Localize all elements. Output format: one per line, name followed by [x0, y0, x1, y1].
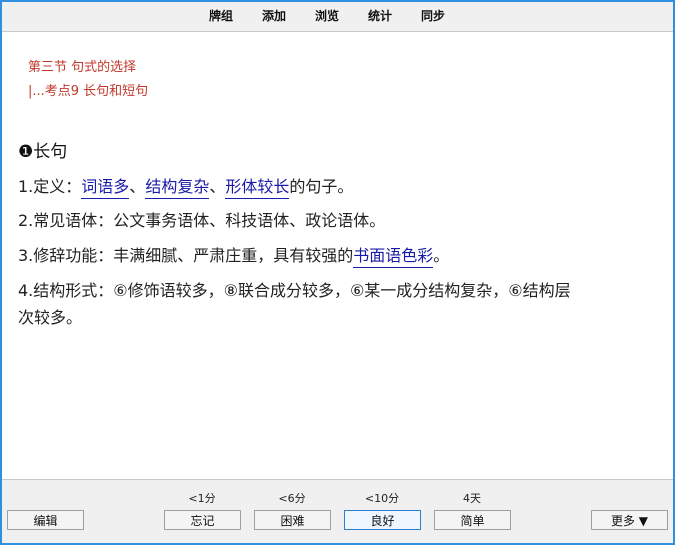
style-line: 2.常见语体：公文事务语体、科技语体、政论语体。 [18, 211, 386, 230]
rhetoric-line: 3.修辞功能：丰满细腻、严肃庄重，具有较强的书面语色彩。 [18, 242, 450, 268]
definition-line: 1.定义：词语多、结构复杂、形体较长的句子。 [18, 173, 354, 199]
interval-good: <10分 [364, 492, 400, 505]
breadcrumb-section: 第三节 句式的选择 [28, 60, 137, 75]
term-many-words: 词语多 [81, 177, 130, 199]
interval-again: <1分 [188, 492, 216, 505]
term-long-form: 形体较长 [225, 177, 290, 199]
definition-label: 1.定义： [18, 177, 82, 196]
card-content: 第三节 句式的选择 |...考点9 长句和短句 ❶长句 1.定义：词语多、结构复… [2, 32, 673, 479]
hard-button[interactable]: 困难 [254, 510, 331, 530]
structure-line: 4.结构形式：⑥修饰语较多，⑧联合成分较多，⑥某一成分结构复杂，⑥结构层 [18, 281, 571, 300]
definition-suffix: 的句子。 [289, 177, 354, 196]
more-button[interactable]: 更多 ▼ [591, 510, 668, 530]
menu-browse[interactable]: 浏览 [315, 2, 339, 31]
menu-sync[interactable]: 同步 [421, 2, 445, 31]
edit-button[interactable]: 编辑 [7, 510, 84, 530]
menu-add[interactable]: 添加 [262, 2, 286, 31]
term-written-style: 书面语色彩 [353, 246, 434, 268]
separator: 、 [209, 177, 226, 196]
answer-bar: 编辑 <1分 <6分 <10分 4天 忘记 困难 良好 简单 更多 ▼ [2, 479, 673, 543]
top-menu-bar: 牌组 添加 浏览 统计 同步 [2, 2, 673, 32]
review-window: 牌组 添加 浏览 统计 同步 第三节 句式的选择 |...考点9 长句和短句 ❶… [0, 0, 675, 545]
card-heading: ❶长句 [18, 137, 67, 162]
good-button[interactable]: 良好 [344, 510, 421, 530]
interval-hard: <6分 [278, 492, 306, 505]
breadcrumb-point: |...考点9 长句和短句 [28, 84, 149, 99]
easy-button[interactable]: 简单 [434, 510, 511, 530]
rhetoric-suffix: 。 [433, 246, 450, 265]
bullet-icon: ❶ [18, 142, 34, 162]
term-complex-structure: 结构复杂 [145, 177, 210, 199]
again-button[interactable]: 忘记 [164, 510, 241, 530]
menu-decks[interactable]: 牌组 [209, 2, 233, 31]
menu-stats[interactable]: 统计 [368, 2, 392, 31]
separator: 、 [129, 177, 146, 196]
rhetoric-text: 3.修辞功能：丰满细腻、严肃庄重，具有较强的 [18, 246, 354, 265]
heading-text: 长句 [33, 142, 68, 162]
interval-easy: 4天 [463, 492, 481, 505]
structure-line-cont: 次较多。 [18, 308, 83, 327]
